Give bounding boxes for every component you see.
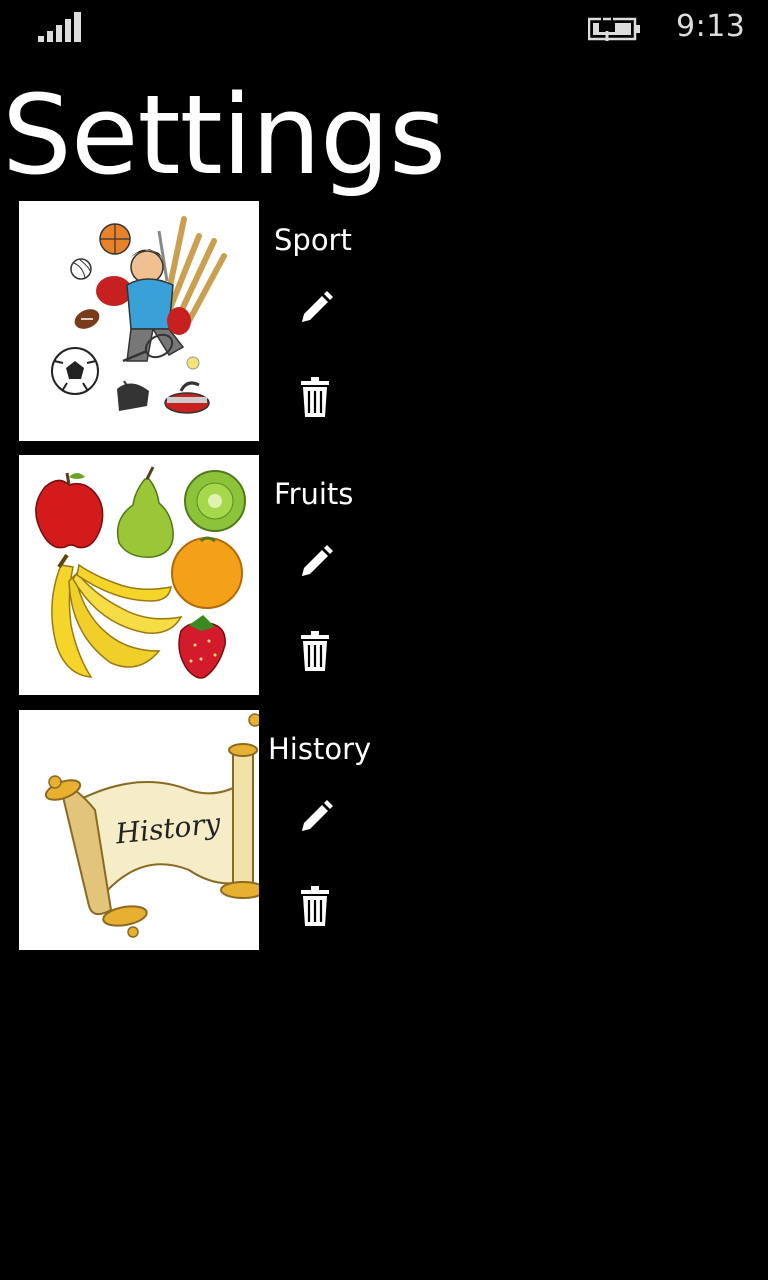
edit-button[interactable] (293, 287, 337, 331)
category-item-fruits[interactable]: Fruits (19, 455, 419, 695)
status-bar: 9:13 (0, 0, 768, 56)
pencil-icon (302, 800, 333, 831)
category-label: Sport (274, 223, 352, 257)
category-item-history[interactable]: History History (19, 710, 419, 950)
edit-button[interactable] (293, 796, 337, 840)
history-scroll-illustration[interactable]: History (19, 710, 259, 950)
trash-icon (301, 631, 329, 671)
pencil-icon (302, 545, 333, 576)
category-item-sport[interactable]: Sport (19, 201, 419, 441)
signal-strength-icon (38, 12, 81, 42)
delete-button[interactable] (293, 629, 337, 673)
category-label: History (268, 732, 372, 766)
delete-button[interactable] (293, 375, 337, 419)
trash-icon (301, 377, 329, 417)
edit-button[interactable] (293, 541, 337, 585)
pencil-icon (302, 291, 333, 322)
category-label: Fruits (274, 477, 354, 511)
delete-button[interactable] (293, 884, 337, 928)
trash-icon (301, 886, 329, 926)
status-clock: 9:13 (676, 9, 746, 44)
page-title: Settings (2, 71, 446, 199)
battery-charging-icon (588, 15, 640, 41)
fruits-illustration[interactable] (19, 455, 259, 695)
sport-illustration[interactable] (19, 201, 259, 441)
